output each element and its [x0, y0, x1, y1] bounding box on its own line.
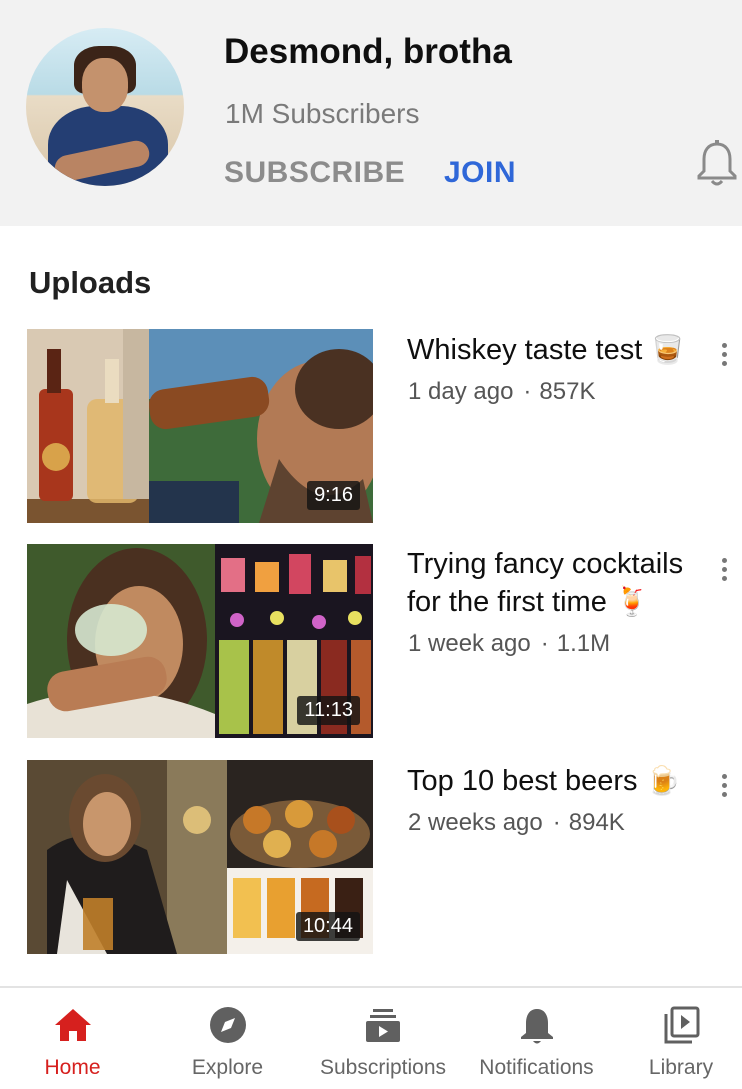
video-age: 2 weeks ago — [408, 809, 543, 836]
video-item[interactable]: 10:44 Top 10 best beers 🍺 2 weeks ago · 89… — [0, 760, 742, 956]
channel-name: Desmond, brotha — [224, 32, 512, 71]
video-item[interactable]: 9:16 Whiskey taste test 🥃 1 day ago · 857K — [0, 329, 742, 525]
video-title[interactable]: Whiskey taste test 🥃 — [407, 331, 707, 369]
more-options-icon[interactable] — [714, 554, 734, 588]
video-views: 857K — [539, 378, 596, 405]
video-age: 1 day ago — [408, 378, 514, 405]
video-thumbnail[interactable]: 10:44 — [27, 760, 373, 954]
more-options-icon[interactable] — [714, 770, 734, 804]
video-thumbnail[interactable]: 11:13 — [27, 544, 373, 738]
nav-notifications[interactable]: Notifications — [464, 988, 609, 1089]
video-thumbnail[interactable]: 9:16 — [27, 329, 373, 523]
bell-icon — [520, 1009, 553, 1044]
nav-home[interactable]: Home — [0, 988, 145, 1089]
video-views: 1.1M — [556, 630, 611, 657]
nav-notifications-label: Notifications — [479, 1056, 594, 1079]
cocktail-emoji-icon: 🍹 — [614, 586, 650, 617]
beer-emoji-icon: 🍺 — [645, 765, 681, 796]
nav-explore[interactable]: Explore — [155, 988, 300, 1089]
subscriptions-icon — [366, 1009, 400, 1042]
whiskey-emoji-icon: 🥃 — [650, 334, 686, 365]
bottom-navigation: Home Explore Subscriptions Notifications… — [0, 986, 742, 1089]
video-meta: 2 weeks ago · 894K — [408, 809, 625, 836]
nav-explore-label: Explore — [191, 1056, 264, 1079]
nav-home-label: Home — [44, 1056, 101, 1079]
compass-icon — [209, 1007, 246, 1043]
video-meta: 1 day ago · 857K — [408, 378, 596, 405]
video-duration: 9:16 — [307, 481, 360, 510]
nav-subscriptions[interactable]: Subscriptions — [308, 988, 458, 1089]
bell-icon[interactable] — [694, 138, 740, 188]
join-button[interactable]: JOIN — [444, 156, 516, 190]
home-icon — [54, 1009, 91, 1041]
nav-subscriptions-label: Subscriptions — [319, 1056, 447, 1079]
library-icon — [664, 1006, 700, 1044]
more-options-icon[interactable] — [714, 339, 734, 373]
video-duration: 11:13 — [297, 696, 360, 725]
video-views: 894K — [568, 809, 625, 836]
channel-avatar[interactable] — [26, 28, 184, 186]
uploads-heading: Uploads — [29, 265, 152, 300]
nav-library[interactable]: Library — [620, 988, 742, 1089]
video-title[interactable]: Trying fancy cocktails for the first tim… — [407, 546, 707, 621]
subscriber-count: 1M Subscribers — [225, 98, 420, 129]
channel-header: Desmond, brotha 1M Subscribers SUBSCRIBE… — [0, 0, 742, 226]
video-duration: 10:44 — [295, 912, 360, 941]
subscribe-button[interactable]: SUBSCRIBE — [224, 156, 405, 190]
video-age: 1 week ago — [408, 630, 531, 657]
video-meta: 1 week ago · 1.1M — [408, 630, 611, 657]
video-title[interactable]: Top 10 best beers 🍺 — [407, 762, 707, 800]
video-item[interactable]: 11:13 Trying fancy cocktails for the fir… — [0, 544, 742, 740]
nav-library-label: Library — [648, 1056, 714, 1079]
